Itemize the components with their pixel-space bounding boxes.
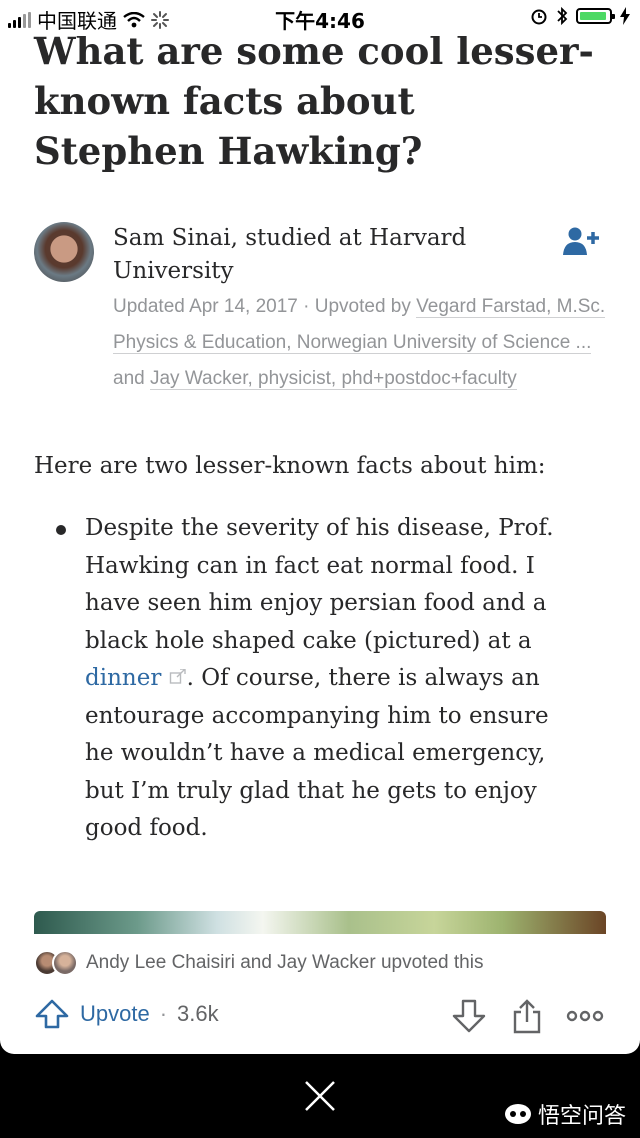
follow-icon[interactable] xyxy=(562,226,602,256)
upvote-count: 3.6k xyxy=(177,1001,219,1026)
alarm-icon xyxy=(531,9,547,25)
upvoters-text: Andy Lee Chaisiri and Jay Wacker upvoted… xyxy=(86,952,484,973)
bluetooth-icon xyxy=(557,6,568,26)
upvoters-row[interactable]: Andy Lee Chaisiri and Jay Wacker upvoted… xyxy=(34,950,483,976)
battery-icon xyxy=(576,8,615,24)
upvoted-by-label: Upvoted by xyxy=(314,296,417,317)
answer-intro: Here are two lesser-known facts about hi… xyxy=(34,453,546,479)
upvote-separator: · xyxy=(159,1001,168,1026)
bullet-text-end: . Of course, there is always an entourag… xyxy=(85,665,549,841)
question-title[interactable]: What are some cool lesser-known facts ab… xyxy=(34,36,594,176)
answer-meta: Updated Apr 14, 2017 · Upvoted by Vegard… xyxy=(113,289,613,397)
share-icon[interactable] xyxy=(512,998,542,1034)
dinner-link[interactable]: dinner xyxy=(85,665,161,691)
author-credential[interactable]: Sam Sinai, studied at Harvard University xyxy=(113,222,533,288)
author-avatar[interactable] xyxy=(34,222,94,282)
upvote-label: Upvote xyxy=(80,1001,150,1026)
charging-icon xyxy=(620,7,630,25)
updated-date: Updated Apr 14, 2017 xyxy=(113,296,298,317)
watermark: 悟空问答 xyxy=(504,1098,626,1130)
watermark-text: 悟空问答 xyxy=(537,1104,626,1129)
and-text: and xyxy=(113,368,150,389)
meta-separator: · xyxy=(297,296,315,317)
bullet-marker xyxy=(56,525,66,535)
wukong-logo-icon xyxy=(504,1104,531,1124)
external-link-icon xyxy=(169,668,186,684)
more-icon[interactable] xyxy=(566,1006,604,1026)
answer-card: What are some cool lesser-known facts ab… xyxy=(0,36,640,1054)
bullet-text-start: Despite the severity of his disease, Pro… xyxy=(85,515,554,654)
upvote-icon xyxy=(35,999,69,1029)
action-bar: Upvote · 3.6k xyxy=(34,998,606,1038)
downvote-icon[interactable] xyxy=(452,998,486,1034)
answer-bullet: Despite the severity of his disease, Pro… xyxy=(85,510,555,848)
upvote-button[interactable]: Upvote · 3.6k xyxy=(34,998,219,1030)
upvoter-avatar xyxy=(52,950,78,976)
close-icon[interactable] xyxy=(300,1076,340,1116)
status-bar: 中国联通 下午4:46 xyxy=(0,0,640,36)
upvoter-link-2[interactable]: Jay Wacker, physicist, phd+postdoc+facul… xyxy=(149,368,517,390)
